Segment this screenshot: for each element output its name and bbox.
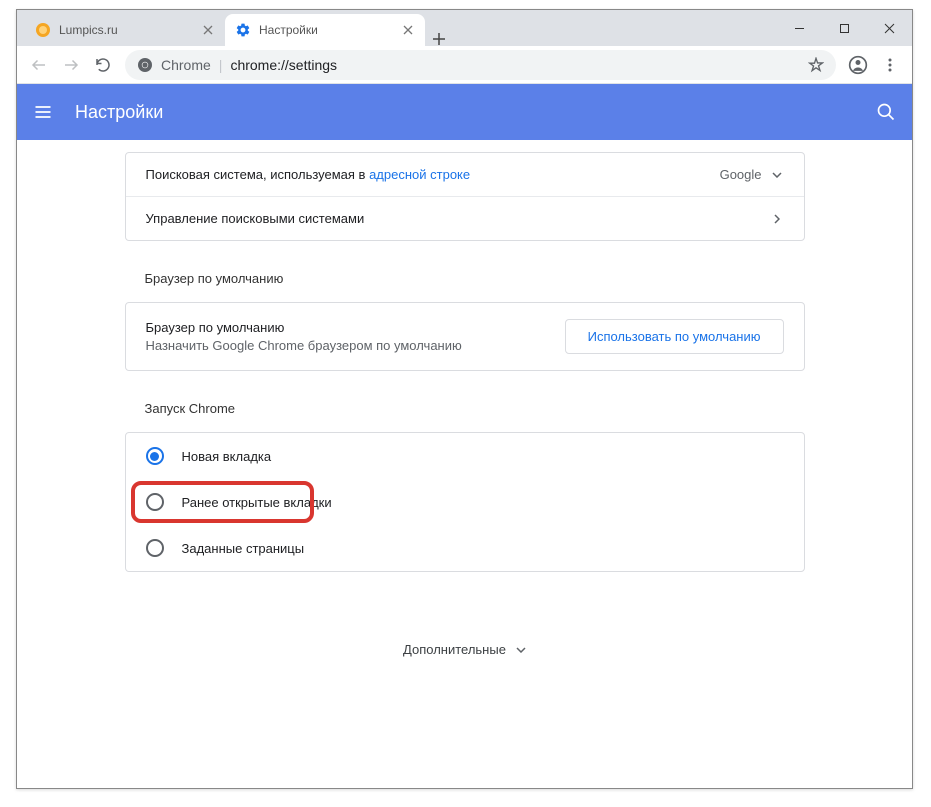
default-browser-card: Браузер по умолчанию Назначить Google Ch… <box>125 302 805 371</box>
radio-icon <box>146 447 164 465</box>
radio-label: Заданные страницы <box>182 541 305 556</box>
address-bar: Chrome | chrome://settings <box>17 46 912 84</box>
url-scheme: Chrome <box>161 57 211 73</box>
chrome-icon <box>137 57 153 73</box>
account-button[interactable] <box>842 49 874 81</box>
search-engine-select[interactable]: Google <box>720 167 784 182</box>
startup-card: Новая вкладка Ранее открытые вкладки Зад… <box>125 432 805 572</box>
url-path: chrome://settings <box>230 57 337 73</box>
page-title: Настройки <box>75 102 854 123</box>
hamburger-icon[interactable] <box>31 100 55 124</box>
back-button[interactable] <box>23 49 55 81</box>
startup-option-continue[interactable]: Ранее открытые вкладки <box>126 479 804 525</box>
window-controls <box>777 10 912 46</box>
star-icon[interactable] <box>808 57 824 73</box>
radio-label: Ранее открытые вкладки <box>182 495 332 510</box>
address-bar-link[interactable]: адресной строке <box>369 167 470 182</box>
forward-button[interactable] <box>55 49 87 81</box>
set-default-button[interactable]: Использовать по умолчанию <box>565 319 784 354</box>
menu-button[interactable] <box>874 49 906 81</box>
radio-icon <box>146 539 164 557</box>
tab-title: Настройки <box>259 23 393 37</box>
search-engine-label: Поисковая система, используемая в адресн… <box>146 167 720 182</box>
default-browser-info: Браузер по умолчанию Назначить Google Ch… <box>146 320 565 353</box>
startup-section-title: Запуск Chrome <box>125 401 805 416</box>
close-icon[interactable] <box>201 23 215 37</box>
gear-icon <box>235 22 251 38</box>
advanced-toggle[interactable]: Дополнительные <box>125 602 805 737</box>
advanced-label: Дополнительные <box>403 642 506 657</box>
minimize-button[interactable] <box>777 10 822 46</box>
startup-option-new-tab[interactable]: Новая вкладка <box>126 433 804 479</box>
new-tab-button[interactable] <box>425 32 453 46</box>
default-browser-subtitle: Назначить Google Chrome браузером по умо… <box>146 338 565 353</box>
manage-engines-label: Управление поисковыми системами <box>146 211 770 226</box>
select-value: Google <box>720 167 762 182</box>
title-bar: Lumpics.ru Настройки <box>17 10 912 46</box>
browser-window: Lumpics.ru Настройки <box>16 9 913 789</box>
radio-icon <box>146 493 164 511</box>
search-icon[interactable] <box>874 100 898 124</box>
content-area: Поисковая система, используемая в адресн… <box>17 140 912 788</box>
search-engine-row[interactable]: Поисковая система, используемая в адресн… <box>126 153 804 196</box>
default-browser-title: Браузер по умолчанию <box>146 320 565 335</box>
app-bar: Настройки <box>17 84 912 140</box>
radio-label: Новая вкладка <box>182 449 272 464</box>
tab-lumpics[interactable]: Lumpics.ru <box>25 14 225 46</box>
close-window-button[interactable] <box>867 10 912 46</box>
manage-engines-row[interactable]: Управление поисковыми системами <box>126 196 804 240</box>
chevron-right-icon <box>770 214 784 224</box>
reload-button[interactable] <box>87 49 119 81</box>
close-icon[interactable] <box>401 23 415 37</box>
maximize-button[interactable] <box>822 10 867 46</box>
dropdown-icon <box>770 172 784 178</box>
startup-option-specific[interactable]: Заданные страницы <box>126 525 804 571</box>
chevron-down-icon <box>516 647 526 653</box>
default-section-title: Браузер по умолчанию <box>125 271 805 286</box>
omnibox[interactable]: Chrome | chrome://settings <box>125 50 836 80</box>
tab-title: Lumpics.ru <box>59 23 193 37</box>
tab-strip: Lumpics.ru Настройки <box>17 10 777 46</box>
tab-settings[interactable]: Настройки <box>225 14 425 46</box>
search-engine-card: Поисковая система, используемая в адресн… <box>125 152 805 241</box>
favicon-icon <box>35 22 51 38</box>
url-separator: | <box>219 57 223 73</box>
